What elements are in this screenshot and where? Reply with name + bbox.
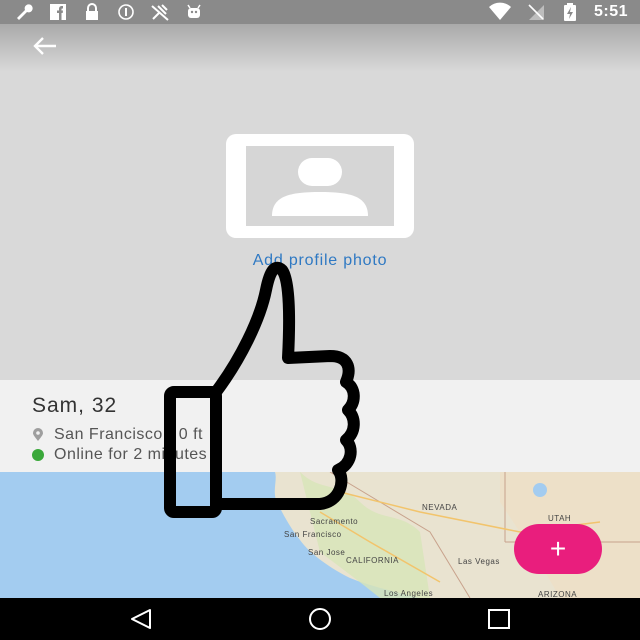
profile-info: Sam, 32 San Francisco • 0 ft Online for … <box>0 380 640 472</box>
home-nav-icon[interactable] <box>307 607 333 631</box>
map-label-san-jose: San Jose <box>308 548 346 557</box>
profile-location: San Francisco • 0 ft <box>32 426 203 444</box>
android-icon <box>187 4 201 18</box>
person-icon <box>272 158 368 216</box>
wrench-icon <box>17 4 33 20</box>
online-text: Online for 2 minutes <box>54 446 208 463</box>
status-bar: 5:51 <box>0 0 640 24</box>
no-sim-icon <box>528 4 544 20</box>
map-label-las-vegas: Las Vegas <box>458 557 500 566</box>
info-icon <box>118 4 134 20</box>
navigation-bar <box>0 598 640 640</box>
photo-inner <box>246 146 394 226</box>
recents-nav-icon[interactable] <box>486 607 512 631</box>
online-dot-icon <box>32 449 44 461</box>
add-profile-photo-link[interactable]: Add profile photo <box>0 252 640 270</box>
map-label-san-francisco: San Francisco <box>284 530 342 539</box>
profile-photo-area: Add profile photo <box>0 72 640 380</box>
clock: 5:51 <box>593 3 628 20</box>
arrow-left-icon[interactable] <box>30 34 58 58</box>
lock-icon <box>86 3 98 20</box>
location-text: San Francisco • 0 ft <box>54 426 203 443</box>
toolbar <box>0 24 640 72</box>
map-label-nevada: NEVADA <box>422 503 458 512</box>
map-label-california: CALIFORNIA <box>346 556 400 565</box>
online-status: Online for 2 minutes <box>32 446 207 464</box>
map-label-los-angeles: Los Angeles <box>384 589 434 598</box>
no-signal-icon <box>151 4 169 21</box>
map-label-sacramento: Sacramento <box>310 517 359 526</box>
map-label-arizona: ARIZONA <box>538 590 578 598</box>
add-button[interactable]: + <box>514 524 602 574</box>
location-pin-icon <box>33 428 43 441</box>
profile-photo-placeholder[interactable] <box>226 134 414 238</box>
battery-charging-icon <box>563 3 576 21</box>
facebook-icon <box>50 4 66 20</box>
back-nav-icon[interactable] <box>128 607 154 631</box>
wifi-icon <box>488 2 511 20</box>
map-label-utah: UTAH <box>548 514 572 523</box>
profile-name: Sam, 32 <box>32 394 118 417</box>
